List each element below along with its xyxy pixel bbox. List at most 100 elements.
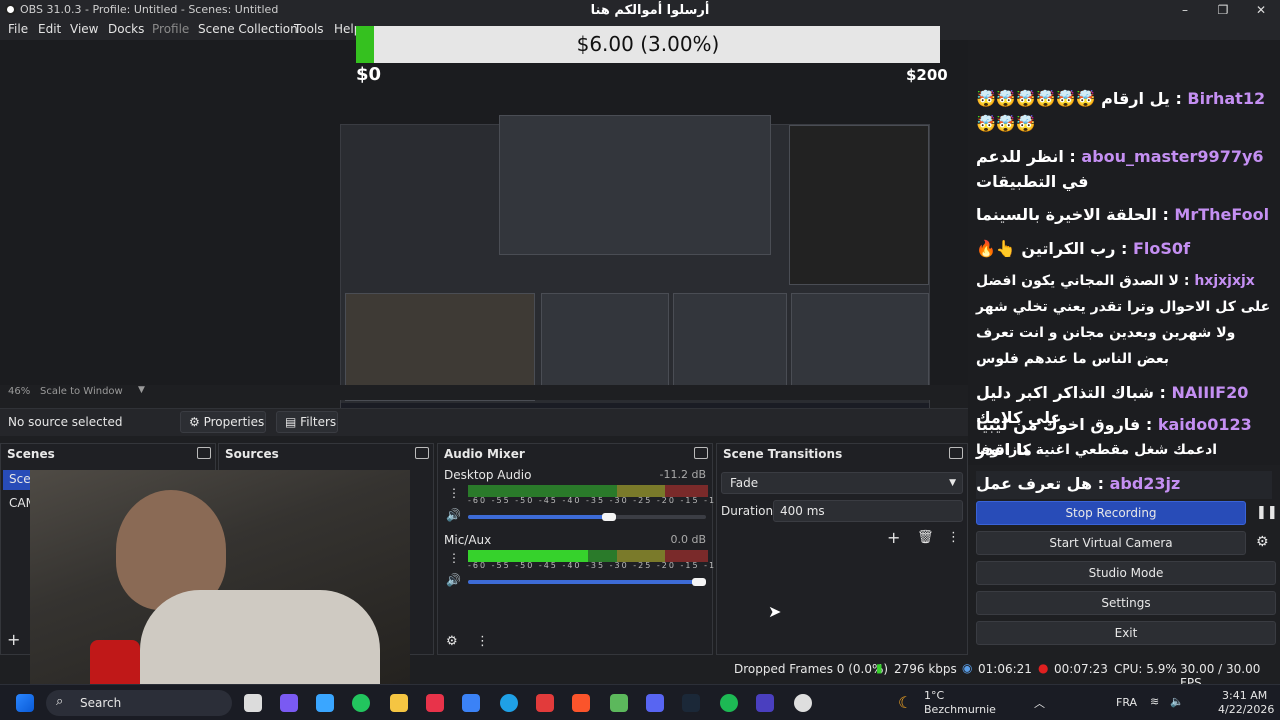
- chat-user: hxjxjxjx: [1194, 273, 1255, 289]
- window-title: OBS 31.0.3 - Profile: Untitled - Scenes:…: [20, 3, 279, 16]
- more-icon[interactable]: ⋮: [947, 530, 960, 545]
- exit-button[interactable]: Exit: [976, 621, 1276, 645]
- maximize-button[interactable]: ❐: [1204, 0, 1242, 20]
- app-icon[interactable]: [426, 694, 444, 712]
- steam-icon[interactable]: [682, 694, 700, 712]
- obs-logo-icon: [5, 4, 16, 15]
- chat-text: رب الكراتين 👆🔥: [976, 239, 1116, 258]
- clock-time[interactable]: 3:41 AM: [1222, 689, 1267, 702]
- menu-profile[interactable]: Profile: [152, 22, 189, 36]
- taskbar-search-box[interactable]: ⌕ Search: [46, 690, 232, 716]
- duration-label: Duration: [721, 504, 774, 518]
- audio-mixer-dock: Audio Mixer Desktop Audio -11.2 dB -60 -…: [437, 443, 749, 655]
- app-icon[interactable]: [280, 694, 298, 712]
- app-icon[interactable]: [462, 694, 480, 712]
- nested-audio-mixer: [541, 293, 669, 393]
- language-indicator[interactable]: FRA: [1116, 696, 1137, 709]
- filters-label: Filters: [300, 415, 337, 429]
- menu-docks[interactable]: Docks: [108, 22, 144, 36]
- chat-message: MrTheFool : الحلقة الاخيرة بالسينما: [976, 205, 1270, 224]
- undock-icon[interactable]: [949, 447, 963, 459]
- chat-text: ادعمك شغل مقطعي اغنية كازانوفا: [976, 442, 1218, 458]
- audio-mixer-title: Audio Mixer: [444, 447, 525, 461]
- signal-icon: ▮: [876, 661, 883, 675]
- undock-icon[interactable]: [694, 447, 708, 459]
- settings-button[interactable]: Settings: [976, 591, 1276, 615]
- studio-mode-button[interactable]: Studio Mode: [976, 561, 1276, 585]
- filter-icon: ▤: [285, 415, 297, 429]
- chat-user: NAIIIF20: [1171, 383, 1249, 402]
- microphone: [90, 640, 140, 684]
- mic-aux-db: 0.0 dB: [670, 533, 706, 546]
- wifi-icon[interactable]: ≋: [1150, 695, 1159, 708]
- file-explorer-icon[interactable]: [390, 694, 408, 712]
- app-icon[interactable]: [536, 694, 554, 712]
- brave-icon[interactable]: [572, 694, 590, 712]
- zoom-level: 46%: [8, 386, 31, 397]
- app-icon[interactable]: [610, 694, 628, 712]
- more-icon[interactable]: ⋮: [476, 634, 489, 649]
- volume-icon[interactable]: 🔈: [1170, 695, 1184, 708]
- sources-dock-title: Sources: [225, 447, 279, 461]
- rec-time: 00:07:23: [1054, 662, 1108, 676]
- chat-user: abd23jz: [1109, 474, 1181, 493]
- more-icon[interactable]: ⋮: [448, 551, 460, 565]
- gear-icon[interactable]: ⚙: [1256, 534, 1269, 550]
- menu-file[interactable]: File: [8, 22, 28, 36]
- clock-date[interactable]: 4/22/2026: [1218, 703, 1274, 716]
- minimize-button[interactable]: –: [1166, 0, 1204, 20]
- discord-icon[interactable]: [646, 694, 664, 712]
- donation-amount: $6.00 (3.00%): [576, 32, 720, 56]
- menu-edit[interactable]: Edit: [38, 22, 61, 36]
- add-scene-button[interactable]: +: [7, 630, 20, 649]
- app-icon[interactable]: [756, 694, 774, 712]
- windows-start-icon[interactable]: [16, 694, 34, 712]
- chat-text: يل ارقام 🤯🤯🤯🤯🤯🤯🤯🤯🤯: [976, 89, 1170, 133]
- undock-icon[interactable]: [415, 447, 429, 459]
- chevron-down-icon[interactable]: ▼: [138, 385, 145, 395]
- app-icon[interactable]: [352, 694, 370, 712]
- mic-aux-slider-fill: [468, 580, 706, 584]
- undock-icon[interactable]: [197, 447, 211, 459]
- properties-button[interactable]: ⚙ Properties: [180, 411, 266, 433]
- close-button[interactable]: ✕: [1242, 0, 1280, 20]
- search-label: Search: [80, 696, 122, 710]
- status-bar: Dropped Frames 0 (0.0%) ▮ 2796 kbps ◉ 01…: [700, 655, 1280, 690]
- stop-recording-button[interactable]: Stop Recording: [976, 501, 1246, 525]
- speaker-icon[interactable]: 🔊: [446, 573, 461, 587]
- task-view-icon[interactable]: [244, 694, 262, 712]
- properties-label: Properties: [203, 415, 265, 429]
- chat-user: Birhat12: [1187, 89, 1266, 108]
- trash-icon[interactable]: 🗑: [917, 530, 934, 545]
- obs-icon[interactable]: [794, 694, 812, 712]
- edge-icon[interactable]: [500, 694, 518, 712]
- transition-select[interactable]: Fade ▼: [721, 472, 963, 494]
- slider-knob[interactable]: [602, 513, 616, 521]
- menu-view[interactable]: View: [70, 22, 98, 36]
- spotify-icon[interactable]: [720, 694, 738, 712]
- more-icon[interactable]: ⋮: [448, 486, 460, 500]
- scale-mode-select[interactable]: Scale to Window: [40, 386, 123, 397]
- donation-title: أرسلوا أموالكم هنا: [590, 3, 710, 18]
- windows-taskbar: ⌕ Search ☾ 1°C Bezchmurnie ︿ FRA ≋ 🔈 3:4…: [0, 684, 1280, 720]
- filters-button[interactable]: ▤ Filters: [276, 411, 338, 433]
- mic-aux-label: Mic/Aux: [444, 533, 492, 547]
- nested-obs-preview: [499, 115, 771, 255]
- add-transition-button[interactable]: +: [887, 528, 900, 547]
- chat-text: انظر للدعم في التطبيقات: [976, 147, 1089, 191]
- duration-input[interactable]: 400 ms: [773, 500, 963, 522]
- bitrate: 2796 kbps: [894, 662, 957, 676]
- menu-tools[interactable]: Tools: [294, 22, 324, 36]
- menu-scene-collection[interactable]: Scene Collection: [198, 22, 298, 36]
- preview-canvas[interactable]: [0, 40, 968, 420]
- start-virtual-camera-button[interactable]: Start Virtual Camera: [976, 531, 1246, 555]
- slider-knob[interactable]: [692, 578, 706, 586]
- tray-chevron-icon[interactable]: ︿: [1034, 695, 1045, 711]
- transitions-title: Scene Transitions: [723, 447, 843, 461]
- search-icon: ⌕: [56, 694, 64, 709]
- speaker-icon[interactable]: 🔊: [446, 508, 461, 522]
- nested-transitions: [673, 293, 787, 393]
- advanced-audio-gear-icon[interactable]: ⚙: [446, 634, 458, 649]
- app-icon[interactable]: [316, 694, 334, 712]
- pause-icon[interactable]: ❚❚: [1256, 505, 1278, 520]
